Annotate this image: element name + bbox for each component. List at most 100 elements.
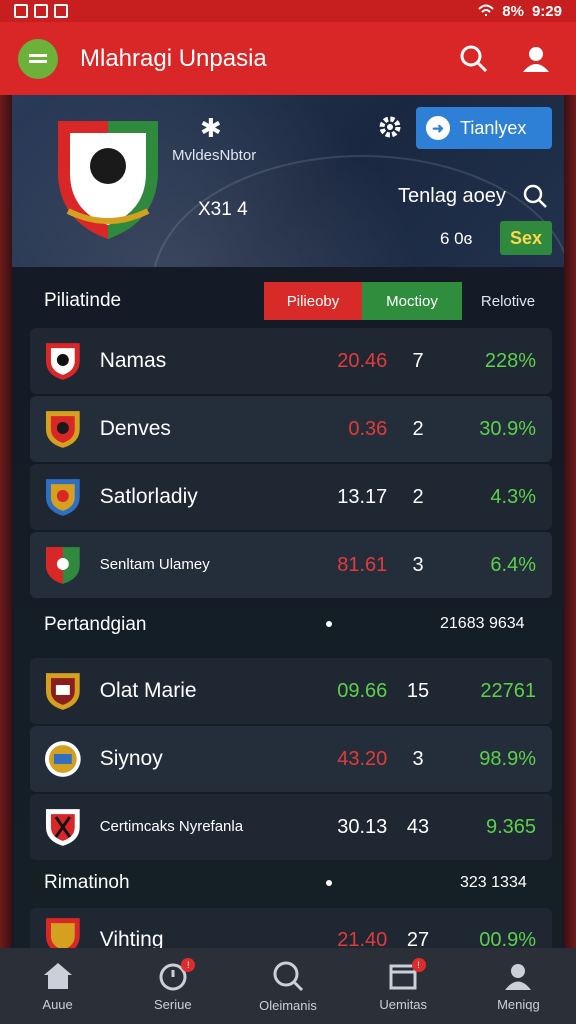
nav-label: Uemitas	[379, 996, 428, 1012]
team-name: Satlorladiy	[99, 485, 198, 508]
bottom-navigation: Auue ! Seriue Oleimanis ! Uemitas Meniqg	[0, 948, 576, 1024]
team-crest-icon	[45, 673, 80, 710]
notification-badge: !	[181, 958, 196, 972]
team-name: Namas	[99, 349, 167, 372]
team-value: 09.66	[337, 679, 388, 702]
hero-badge[interactable]: Sex	[500, 221, 552, 255]
home-icon	[43, 962, 72, 989]
search-icon	[460, 45, 488, 72]
nav-label: Meniqg	[497, 996, 540, 1012]
team-count: 27	[406, 929, 430, 948]
table-row[interactable]: Denves 0.36 2 30.9%	[30, 396, 552, 462]
team-crest-icon	[45, 809, 80, 846]
battery-level: 8%	[502, 2, 524, 20]
team-count: 3	[412, 747, 424, 770]
team-value: 20.46	[337, 349, 388, 372]
team-crest-icon	[45, 343, 80, 380]
status-time: 9:29	[531, 2, 562, 20]
menu-icon	[29, 54, 47, 57]
table-row[interactable]: Certimcaks Nyrefanla 30.13 43 9.365	[30, 794, 552, 860]
nav-label: Seriue	[154, 996, 192, 1012]
hero-search-button[interactable]	[522, 183, 548, 209]
standings-title: Piliatinde	[44, 290, 122, 311]
team-percent: 6.4%	[490, 553, 537, 576]
notification-icon	[14, 4, 28, 18]
team-crest-icon	[45, 479, 80, 516]
hero-number: 6 0ɞ	[440, 229, 473, 248]
team-count: 7	[412, 349, 424, 372]
nav-item-calendar[interactable]: ! Uemitas	[346, 948, 461, 1024]
results-value: 323 1334	[460, 874, 527, 891]
team-name: Vihting	[99, 928, 164, 948]
hero-cta-label: Tianlyex	[460, 117, 527, 138]
status-right: 8% 9:29	[478, 3, 562, 20]
team-name: Certimcaks Nyrefanla	[99, 818, 244, 835]
matches-value: 21683 9634	[440, 615, 525, 632]
notification-icon	[54, 4, 68, 18]
team-name: Siynoy	[99, 747, 163, 770]
profile-button[interactable]	[514, 37, 558, 81]
table-row[interactable]: Namas 20.46 7 228%	[30, 328, 552, 394]
team-crest-icon	[45, 411, 80, 448]
nav-item-search[interactable]: Oleimanis	[230, 948, 345, 1024]
app-bar: Mlahragi Unpasia	[0, 22, 576, 95]
table-row[interactable]: Vihting 21.40 27 00.9%	[30, 908, 552, 948]
team-percent: 00.9%	[479, 929, 537, 948]
profile-icon	[523, 46, 549, 72]
nav-label: Auue	[42, 996, 73, 1012]
team-name: Denves	[99, 417, 171, 440]
team-percent: 98.9%	[479, 747, 537, 770]
team-crest-icon	[45, 547, 80, 584]
table-row[interactable]: Olat Marie 09.66 15 22761	[30, 658, 552, 724]
tab-segment-2[interactable]: Moctioy	[362, 282, 462, 320]
search-button[interactable]	[452, 37, 496, 81]
team-percent: 22761	[480, 679, 537, 702]
wifi-icon	[478, 4, 494, 16]
team-name: Senltam Ulamey	[99, 556, 210, 573]
star-icon: ✱	[200, 113, 222, 143]
nav-item-home[interactable]: Auue	[0, 948, 115, 1024]
search-icon	[523, 184, 547, 208]
separator-dot	[326, 880, 332, 886]
separator-dot	[326, 621, 332, 627]
team-value: 13.17	[337, 485, 388, 508]
hero-subtitle: MvldesNbtor	[172, 147, 257, 164]
table-row[interactable]: Satlorladiy 13.17 2 4.3%	[30, 464, 552, 530]
hero-cta-button[interactable]: ➜ Tianlyex	[416, 107, 552, 149]
team-count: 3	[412, 553, 424, 576]
nav-item-timer[interactable]: ! Seriue	[115, 948, 230, 1024]
team-count: 43	[406, 815, 430, 838]
status-bar: 8% 9:29	[0, 0, 576, 22]
matches-title: Pertandgian	[44, 614, 147, 635]
results-title: Rimatinoh	[44, 872, 130, 893]
hero-banner: ✱ MvldesNbtor X31 4 ➜ Tianlyex Tenlag ao…	[12, 95, 564, 267]
notification-icon	[34, 4, 48, 18]
profile-icon	[505, 963, 532, 990]
table-row[interactable]: Siynoy 43.20 3 98.9%	[30, 726, 552, 792]
nav-item-profile[interactable]: Meniqg	[461, 948, 576, 1024]
team-count: 15	[406, 679, 430, 702]
team-value: 30.13	[337, 815, 388, 838]
hero-label: Tenlag aoey	[398, 185, 506, 207]
team-percent: 228%	[484, 349, 537, 372]
status-left-icons	[14, 4, 68, 18]
team-percent: 30.9%	[479, 417, 537, 440]
notification-badge: !	[411, 958, 426, 972]
team-value: 0.36	[348, 417, 388, 440]
team-crest-large	[48, 111, 168, 241]
team-crest-icon	[44, 741, 81, 777]
team-value: 81.61	[337, 553, 388, 576]
team-crest-icon	[45, 918, 80, 948]
nav-label: Oleimanis	[259, 997, 317, 1013]
team-count: 2	[412, 417, 424, 440]
team-percent: 4.3%	[490, 485, 537, 508]
menu-button[interactable]	[18, 38, 58, 79]
search-icon	[273, 961, 304, 991]
app-title: Mlahragi Unpasia	[80, 44, 267, 72]
tab-segment-3[interactable]: Relotive	[462, 282, 554, 320]
team-value: 43.20	[337, 747, 388, 770]
tab-segment-1[interactable]: Pilieoby	[264, 282, 362, 320]
settings-button[interactable]	[376, 113, 404, 141]
table-row[interactable]: Senltam Ulamey 81.61 3 6.4%	[30, 532, 552, 598]
hero-score: X31 4	[198, 199, 248, 220]
